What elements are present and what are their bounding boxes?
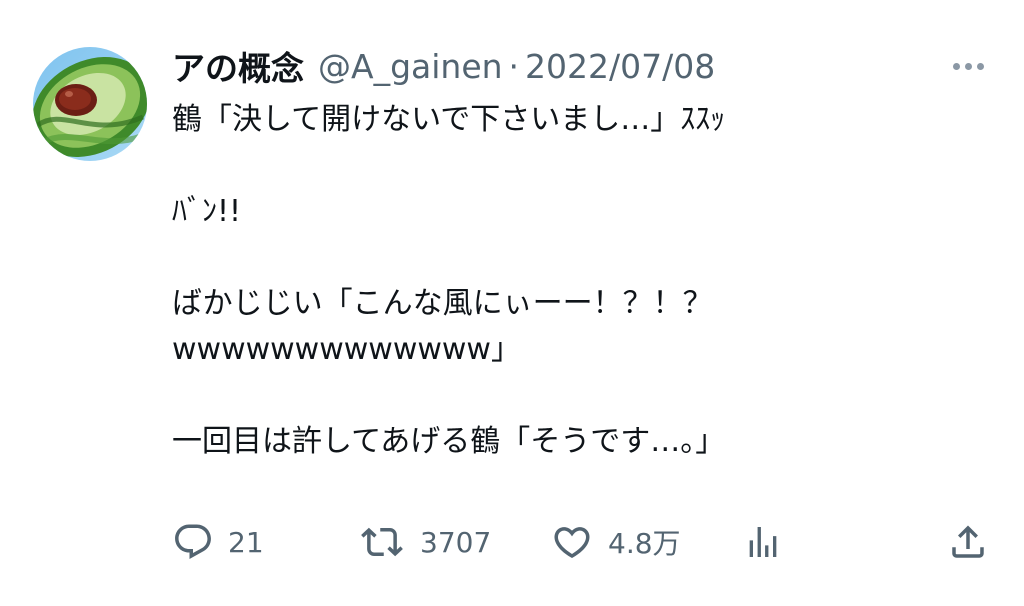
reply-count: 21 [228,525,264,559]
tweet-date[interactable]: 2022/07/08 [525,47,715,86]
retweet-icon [361,527,403,557]
header-separator: · [508,46,520,86]
views-bar-chart-icon [749,527,777,557]
more-button[interactable] [948,52,988,80]
retweet-count: 3707 [420,525,492,559]
user-handle[interactable]: @A_gainen [318,47,503,86]
heart-icon [554,527,590,559]
tweet-line: 鶴「決して開けないで下さいまし…」ｽｽｯ [172,102,726,137]
tweet-line-blank [172,235,972,281]
tweet[interactable]: アの概念 @A_gainen · 2022/07/08 鶴「決して開けないで下さ… [0,0,1024,606]
avocado-avatar-image [33,47,147,161]
retweet-button[interactable]: 3707 [358,512,491,572]
tweet-line: 一回目は許してあげる鶴「そうです…。」 [172,424,726,459]
tweet-header: アの概念 @A_gainen · 2022/07/08 [172,38,715,94]
tweet-line: wwwwwwwwwwwww」 [172,332,521,367]
views-button[interactable] [743,512,783,572]
reply-icon [175,524,211,559]
tweet-line-blank [172,143,972,189]
more-horizontal-icon [952,62,960,70]
like-count: 4.8万 [608,527,681,560]
avatar[interactable] [33,47,147,161]
tweet-line: ばかじじい「こんな風にぃーー！？！？ [172,286,713,321]
share-button[interactable] [946,512,990,572]
action-bar: 21 3707 4.8万 [0,512,1024,572]
share-icon [952,525,984,558]
tweet-line-blank [172,373,972,419]
tweet-line: ﾊﾞﾝ!! [172,194,242,229]
reply-button[interactable]: 21 [172,512,264,572]
tweet-text: 鶴「決して開けないで下さいまし…」ｽｽｯ ﾊﾞﾝ!! ばかじじい「こんな風にぃー… [172,97,972,465]
like-button[interactable]: 4.8万 [550,512,681,572]
display-name[interactable]: アの概念 [172,42,304,90]
